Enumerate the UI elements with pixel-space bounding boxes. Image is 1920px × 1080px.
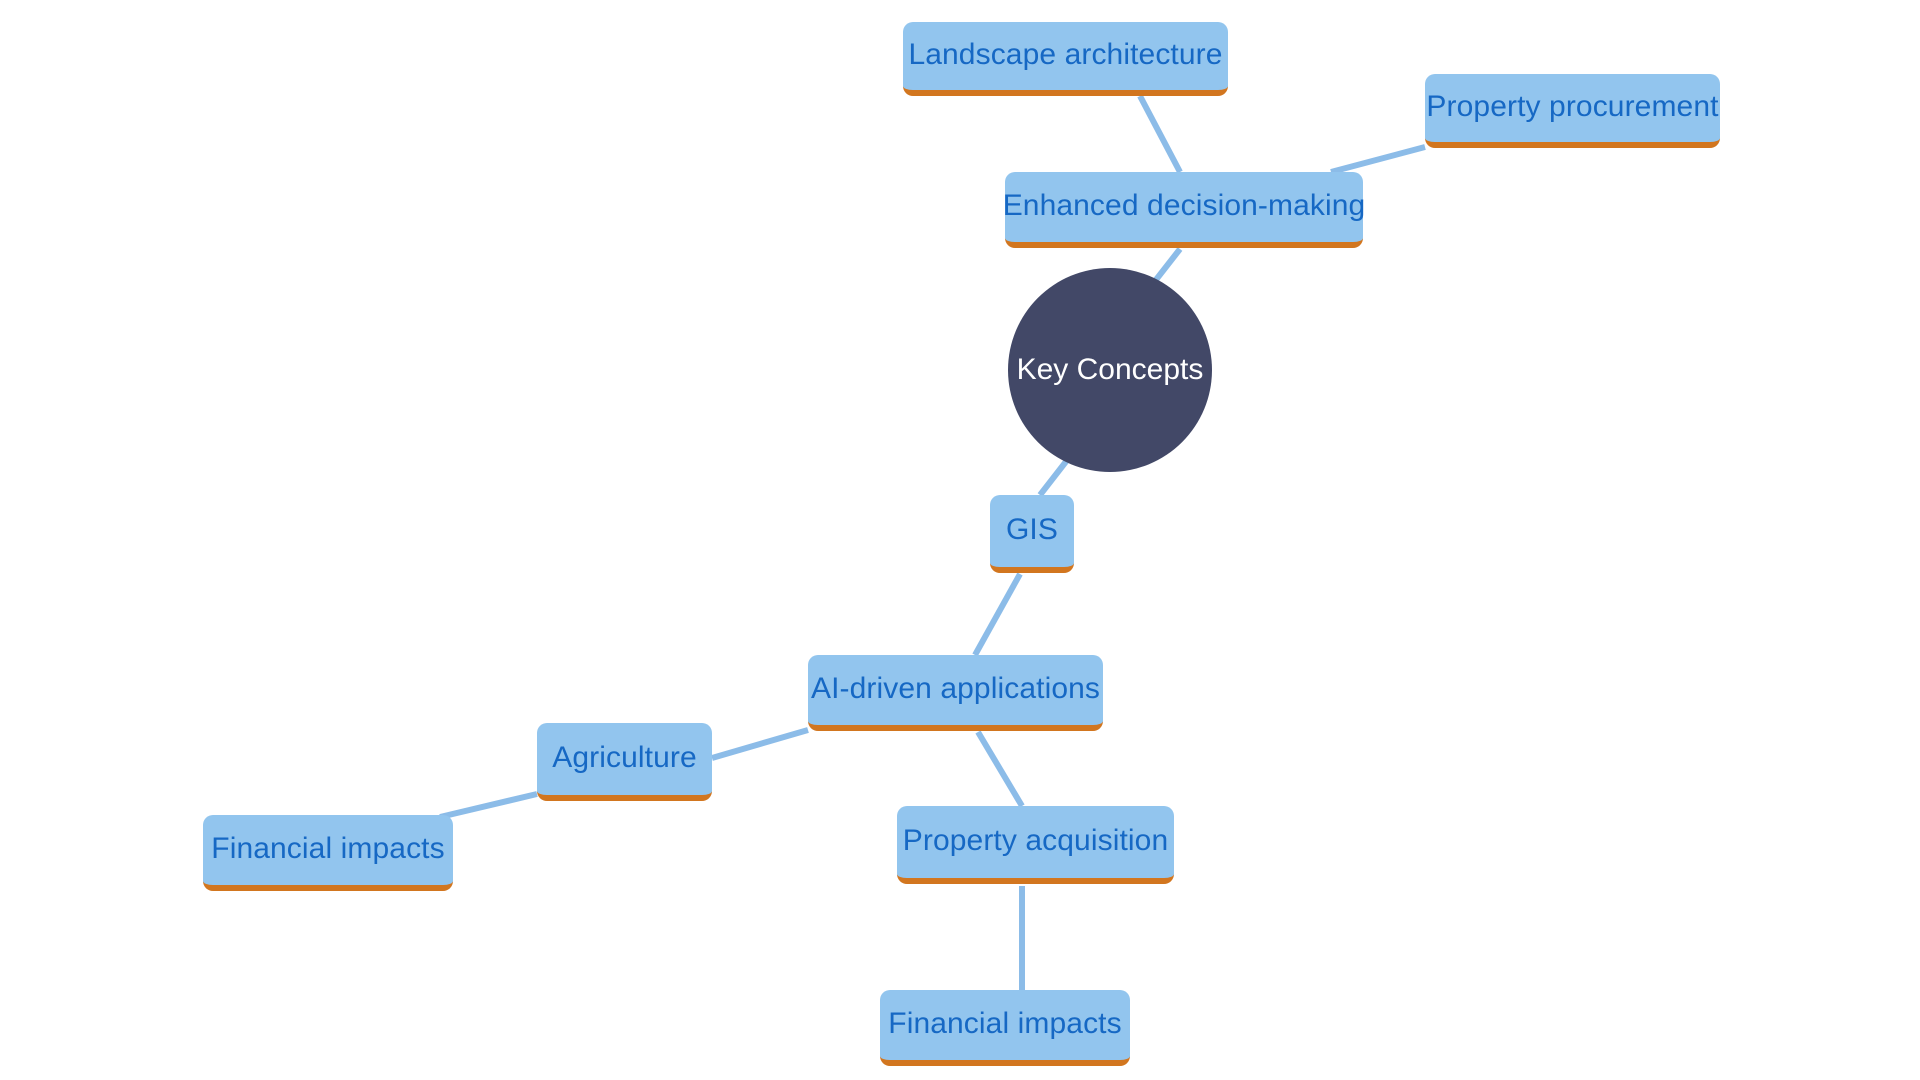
node-label-agriculture: Agriculture — [552, 740, 697, 774]
node-label-landscape-architecture: Landscape architecture — [908, 37, 1223, 71]
node-label-enhanced-decision-making: Enhanced decision-making — [1002, 188, 1366, 222]
node-landscape-architecture[interactable]: Landscape architecture — [903, 22, 1228, 96]
node-label-financial-impacts-property: Financial impacts — [888, 1006, 1122, 1040]
node-label-property-procurement: Property procurement — [1426, 89, 1719, 123]
node-financial-impacts-property[interactable]: Financial impacts — [880, 990, 1130, 1066]
node-label-ai-driven-applications: AI-driven applications — [810, 671, 1101, 705]
node-label-financial-impacts-agriculture: Financial impacts — [211, 831, 445, 865]
root-node-key-concepts[interactable]: Key Concepts — [1008, 268, 1212, 472]
node-enhanced-decision-making[interactable]: Enhanced decision-making — [1002, 172, 1366, 248]
node-label-gis: GIS — [1006, 512, 1058, 546]
node-property-acquisition[interactable]: Property acquisition — [897, 806, 1174, 884]
node-layer: Landscape architecture Property procureme… — [0, 0, 1920, 1080]
node-financial-impacts-agriculture[interactable]: Financial impacts — [203, 815, 453, 891]
node-property-procurement[interactable]: Property procurement — [1425, 74, 1720, 148]
node-gis[interactable]: GIS — [990, 495, 1074, 573]
node-agriculture[interactable]: Agriculture — [537, 723, 712, 801]
node-ai-driven-applications[interactable]: AI-driven applications — [808, 655, 1103, 731]
node-label-property-acquisition: Property acquisition — [902, 823, 1169, 857]
mind-map-canvas: Landscape architecture Property procureme… — [0, 0, 1920, 1080]
root-node-label: Key Concepts — [1016, 353, 1204, 386]
